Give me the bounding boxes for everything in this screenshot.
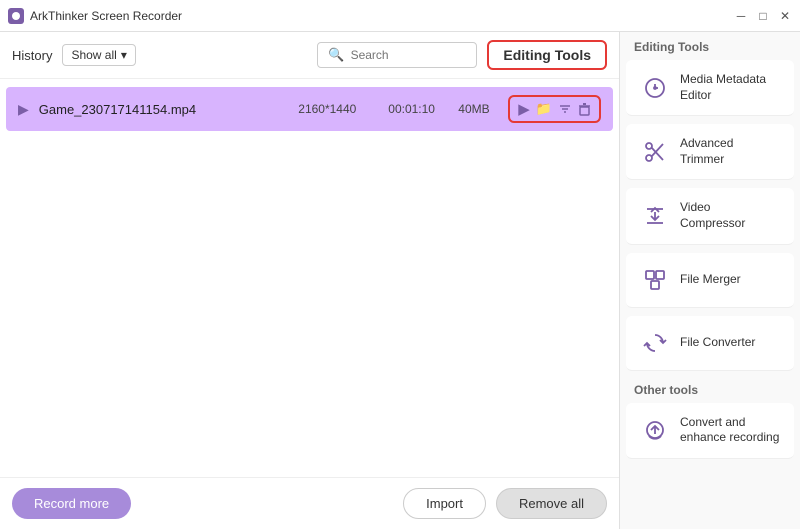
right-panel: Editing Tools Media MetadataEditor: [620, 32, 800, 529]
table-row: ▶ Game_230717141154.mp4 2160*1440 00:01:…: [6, 87, 613, 131]
file-merger-label: File Merger: [680, 272, 741, 288]
title-bar-controls: ─ □ ✕: [734, 9, 792, 23]
convert-enhance-label: Convert andenhance recording: [680, 415, 779, 446]
file-converter-label: File Converter: [680, 335, 755, 351]
editing-tools-button[interactable]: Editing Tools: [487, 40, 607, 70]
file-list: ▶ Game_230717141154.mp4 2160*1440 00:01:…: [0, 79, 619, 477]
convert-enhance-tool[interactable]: Convert andenhance recording: [626, 403, 794, 459]
editing-tools-section-label: Editing Tools: [620, 32, 800, 56]
search-icon: 🔍: [328, 47, 344, 63]
file-actions: ▶ 📁: [508, 95, 601, 123]
remove-all-button[interactable]: Remove all: [496, 488, 607, 519]
title-bar-left: ArkThinker Screen Recorder: [8, 8, 182, 24]
search-input[interactable]: [351, 48, 467, 62]
left-panel: History Show all ▾ 🔍 Editing Tools ▶ Gam…: [0, 32, 620, 529]
video-compressor-tool[interactable]: VideoCompressor: [626, 188, 794, 244]
filter-button[interactable]: [558, 102, 572, 116]
app-title: ArkThinker Screen Recorder: [30, 9, 182, 23]
media-metadata-label: Media MetadataEditor: [680, 72, 766, 103]
file-size: 40MB: [458, 102, 498, 116]
advanced-trimmer-label: AdvancedTrimmer: [680, 136, 733, 167]
bottom-bar: Record more Import Remove all: [0, 477, 619, 529]
advanced-trimmer-tool[interactable]: AdvancedTrimmer: [626, 124, 794, 180]
video-compressor-icon: [640, 201, 670, 231]
file-name: Game_230717141154.mp4: [39, 102, 288, 117]
minimize-button[interactable]: ─: [734, 9, 748, 23]
other-tools-section-label: Other tools: [620, 375, 800, 399]
toolbar: History Show all ▾ 🔍 Editing Tools: [0, 32, 619, 79]
show-all-dropdown[interactable]: Show all ▾: [62, 44, 135, 66]
video-file-icon: ▶: [18, 101, 29, 118]
file-resolution: 2160*1440: [298, 102, 378, 116]
app-icon: [8, 8, 24, 24]
main-layout: History Show all ▾ 🔍 Editing Tools ▶ Gam…: [0, 32, 800, 529]
file-merger-tool[interactable]: File Merger: [626, 253, 794, 308]
close-button[interactable]: ✕: [778, 9, 792, 23]
record-more-button[interactable]: Record more: [12, 488, 131, 519]
video-compressor-label: VideoCompressor: [680, 200, 745, 231]
history-label: History: [12, 48, 52, 63]
convert-enhance-icon: [640, 415, 670, 445]
file-merger-icon: [640, 265, 670, 295]
title-bar: ArkThinker Screen Recorder ─ □ ✕: [0, 0, 800, 32]
file-converter-tool[interactable]: File Converter: [626, 316, 794, 371]
show-all-label: Show all: [71, 48, 116, 62]
file-converter-icon: [640, 328, 670, 358]
advanced-trimmer-icon: [640, 137, 670, 167]
delete-button[interactable]: [578, 103, 591, 116]
file-duration: 00:01:10: [388, 102, 448, 116]
folder-button[interactable]: 📁: [536, 101, 552, 117]
search-box[interactable]: 🔍: [317, 42, 477, 68]
media-metadata-editor-tool[interactable]: Media MetadataEditor: [626, 60, 794, 116]
maximize-button[interactable]: □: [756, 9, 770, 23]
media-metadata-icon: [640, 73, 670, 103]
chevron-down-icon: ▾: [121, 48, 127, 62]
play-button[interactable]: ▶: [518, 100, 530, 118]
import-button[interactable]: Import: [403, 488, 486, 519]
